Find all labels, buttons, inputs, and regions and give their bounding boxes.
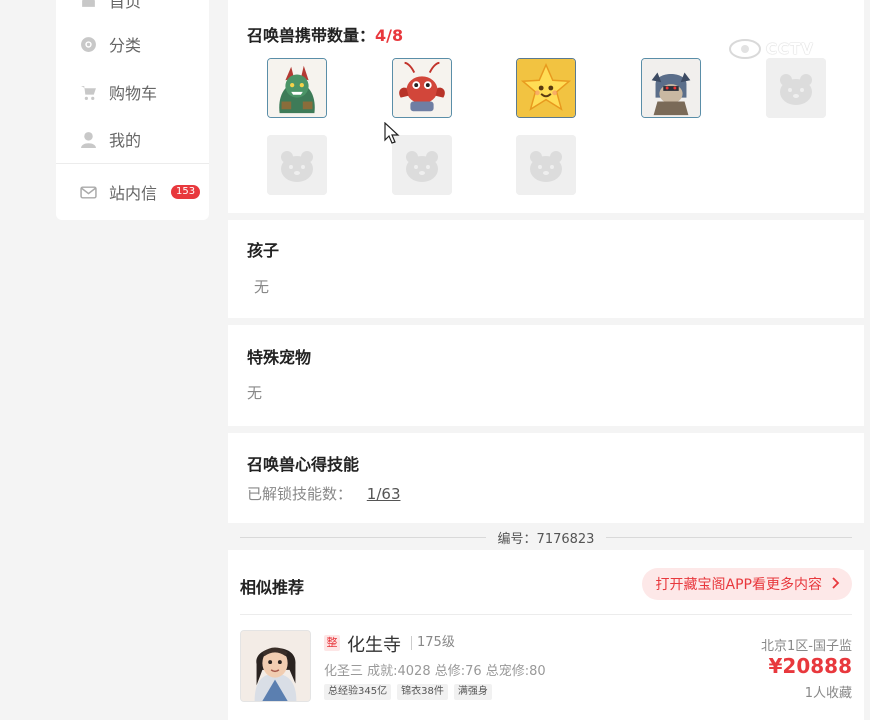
- summon-skills-title: 召唤兽心得技能: [247, 455, 360, 474]
- empty-slot-icon: [516, 135, 576, 195]
- character-stats: 化圣三 成就:4028 总修:76 总宠修:80: [324, 664, 546, 679]
- open-app-button[interactable]: 打开藏宝阁APP看更多内容: [641, 568, 852, 600]
- sidebar-item-home[interactable]: 首页: [80, 0, 141, 12]
- summon-skills-card: 召唤兽心得技能 已解锁技能数： 1/63: [228, 433, 864, 523]
- empty-slot-icon: [392, 135, 452, 195]
- mouse-cursor-icon: [384, 122, 400, 144]
- cart-icon: [80, 84, 97, 101]
- category-icon: [80, 36, 97, 53]
- sidebar-item-category[interactable]: 分类: [80, 32, 141, 56]
- serial-number: 编号：7176823: [497, 531, 595, 547]
- price: ¥20888: [768, 654, 853, 678]
- divider-line: [240, 536, 486, 538]
- serial-number-row: 编号：7176823: [228, 526, 864, 548]
- message-count-badge: 153: [171, 185, 201, 199]
- children-card: 孩子 无: [228, 220, 864, 318]
- watermark-logo: CCTV: [728, 36, 848, 62]
- special-pets-value: 无: [247, 384, 263, 402]
- sidebar-nav: 首页 分类 购物车 我的 站内信 153: [56, 0, 209, 220]
- sidebar-divider: [56, 163, 209, 164]
- chevron-right-icon: [832, 577, 840, 589]
- character-tags: 总经验345亿 锦衣38件 满强身: [324, 684, 492, 700]
- sidebar-item-mine[interactable]: 我的: [80, 127, 141, 151]
- cctv-eye-icon: [729, 39, 761, 59]
- open-app-label: 打开藏宝阁APP看更多内容: [655, 577, 822, 593]
- user-icon: [80, 131, 97, 148]
- server-name: 北京1区-国子监: [761, 639, 852, 654]
- sidebar-item-label: 首页: [109, 0, 142, 11]
- divider-line: [606, 536, 852, 538]
- summons-title: 召唤兽携带数量：4/8: [247, 26, 404, 45]
- sidebar-item-label: 购物车: [109, 84, 158, 103]
- special-pets-title: 特殊宠物: [247, 348, 312, 367]
- recommend-title: 相似推荐: [240, 578, 305, 597]
- sidebar-item-label: 我的: [109, 131, 142, 150]
- empty-slot-icon: [766, 58, 826, 118]
- mail-icon: [80, 184, 97, 201]
- summons-card: 召唤兽携带数量：4/8: [228, 0, 864, 213]
- recommend-divider: [240, 614, 852, 615]
- complete-badge: 整: [324, 635, 340, 651]
- special-pets-card: 特殊宠物 无: [228, 325, 864, 426]
- summon-skills-row: 已解锁技能数： 1/63: [247, 483, 400, 504]
- favorites-count: 1人收藏: [804, 686, 852, 701]
- sidebar-item-label: 分类: [109, 36, 142, 55]
- tag: 锦衣38件: [397, 684, 448, 700]
- recommend-item[interactable]: 整 化生寺 175级 化圣三 成就:4028 总修:76 总宠修:80 总经验3…: [240, 630, 852, 706]
- summons-count: 4/8: [375, 26, 404, 45]
- tag: 满强身: [453, 684, 492, 700]
- home-icon: [80, 0, 97, 9]
- summon-armored-beast-icon[interactable]: [641, 58, 701, 118]
- summon-skills-label: 已解锁技能数：: [247, 485, 353, 503]
- children-value: 无: [254, 278, 270, 296]
- summon-yellow-star-icon[interactable]: [516, 58, 576, 118]
- sidebar-item-messages[interactable]: 站内信 153: [80, 180, 201, 204]
- character-avatar: [240, 630, 311, 702]
- character-school: 化生寺: [347, 635, 401, 656]
- summon-green-beast-icon[interactable]: [267, 58, 327, 118]
- summon-skills-count-link[interactable]: 1/63: [367, 485, 401, 503]
- watermark-text: CCTV: [766, 40, 814, 58]
- children-title: 孩子: [247, 241, 280, 260]
- sidebar-item-label: 站内信: [109, 184, 158, 203]
- recommend-card: 相似推荐 打开藏宝阁APP看更多内容 整 化生寺 175级 化圣三 成就:402…: [228, 550, 864, 720]
- sidebar-item-cart[interactable]: 购物车: [80, 80, 157, 104]
- tag: 总经验345亿: [324, 684, 392, 700]
- empty-slot-icon: [267, 135, 327, 195]
- summon-red-crab-icon[interactable]: [392, 58, 452, 118]
- character-level: 175级: [411, 636, 455, 650]
